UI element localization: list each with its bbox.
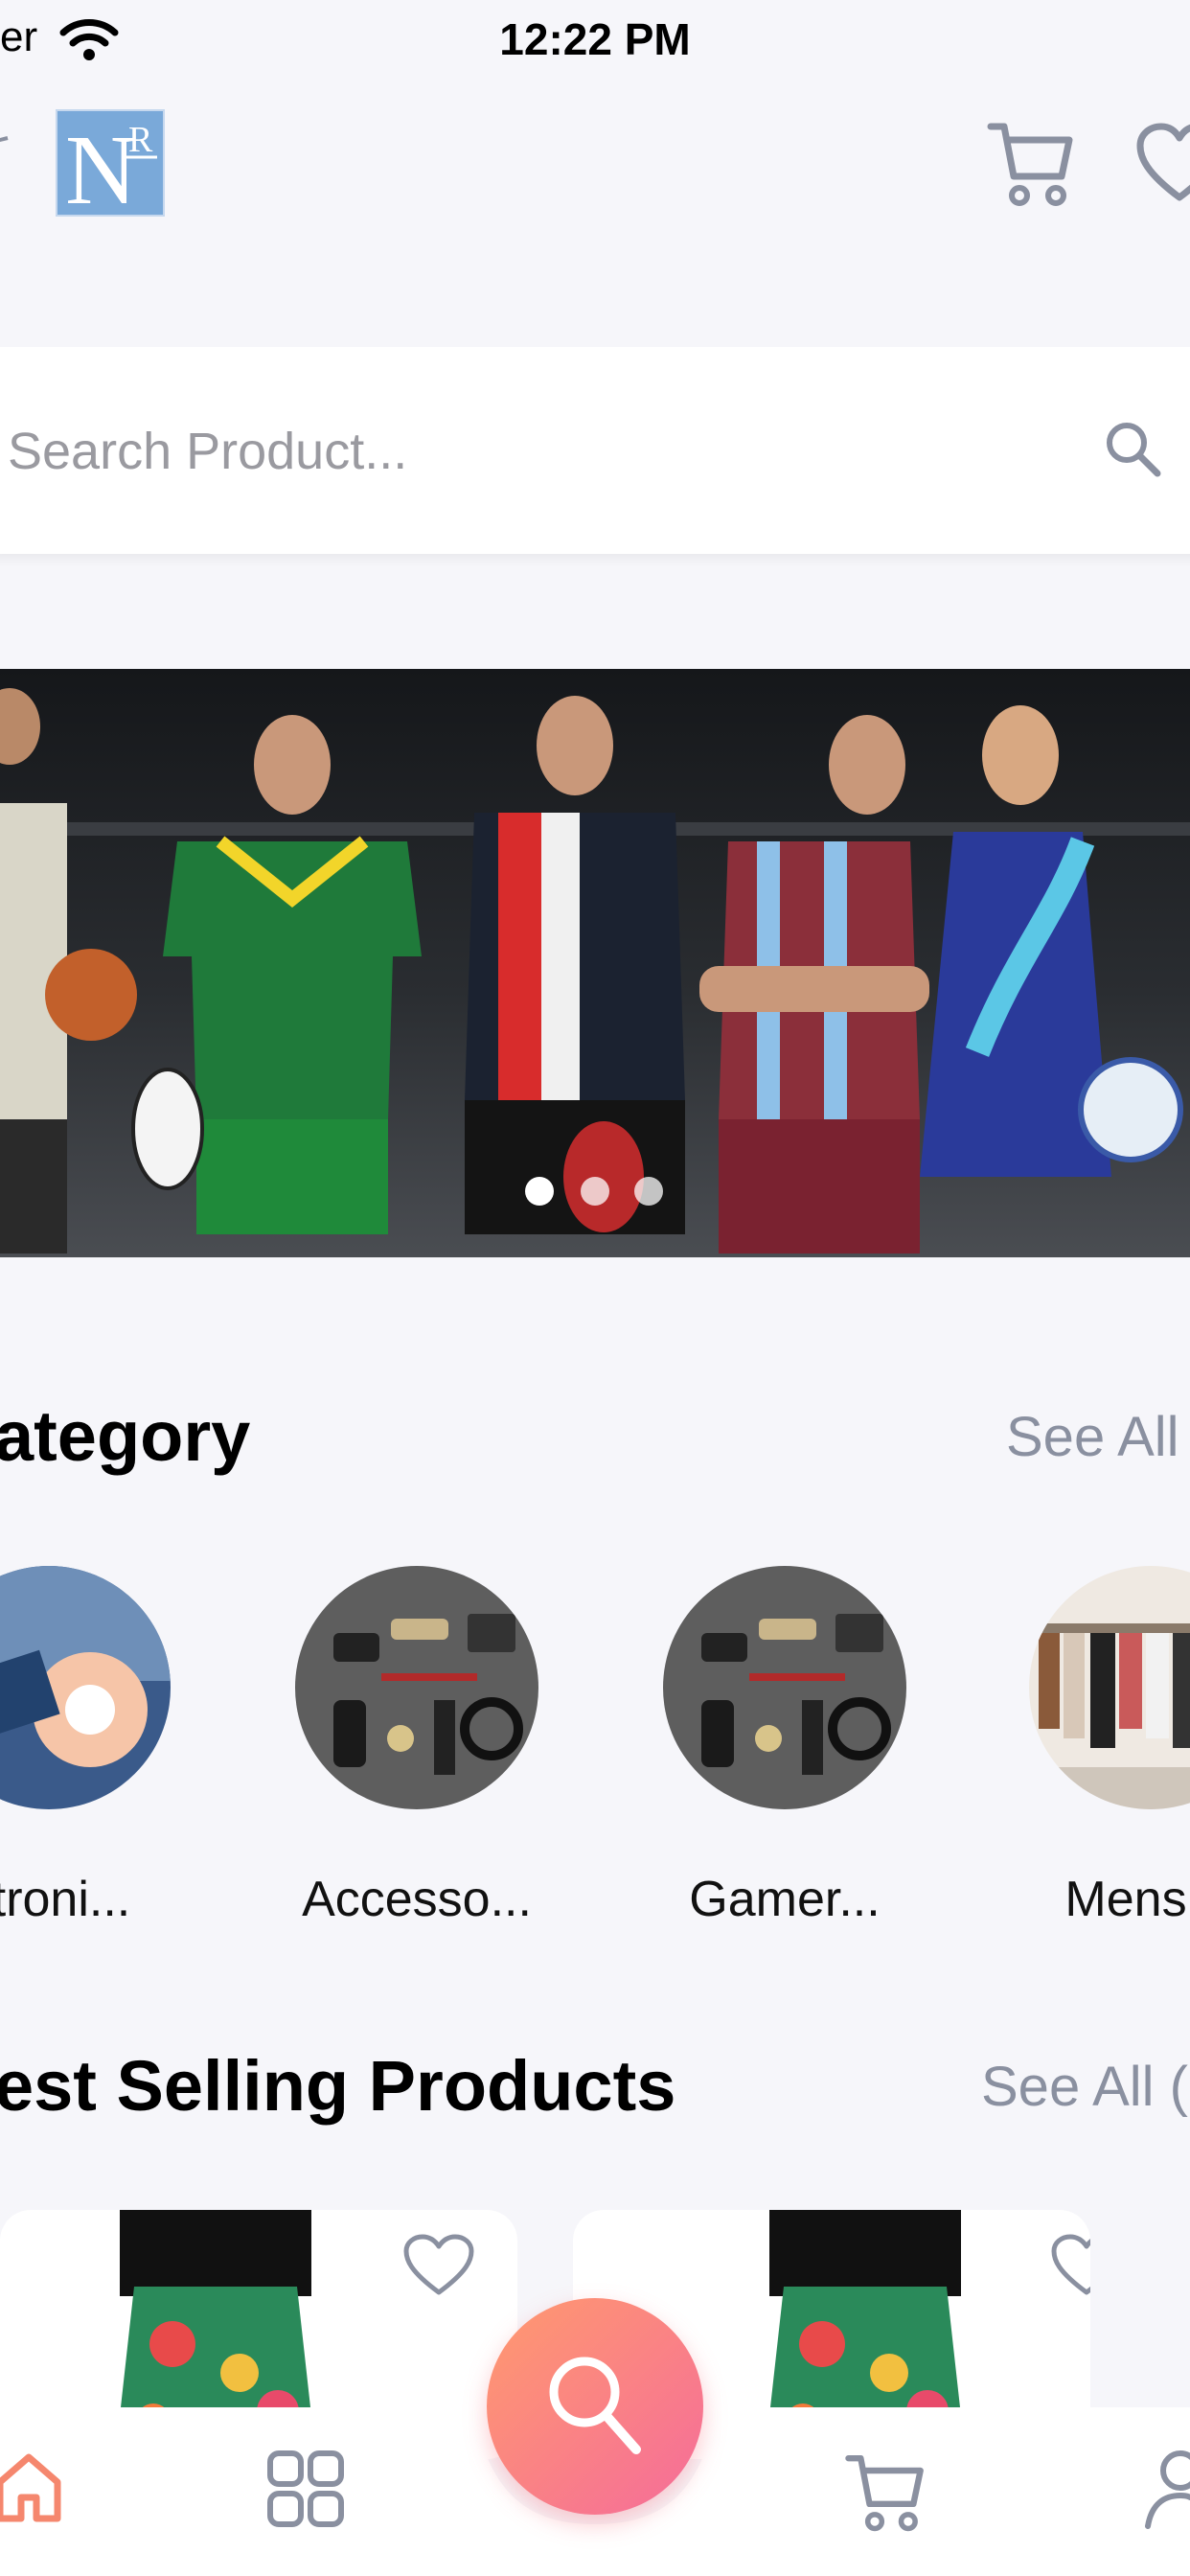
wishlist-icon[interactable] <box>1136 123 1190 203</box>
category-label: Gamer... <box>689 1872 881 1927</box>
category-image <box>1029 1566 1190 1809</box>
category-label: Mens C <box>1064 1872 1190 1927</box>
favorite-icon[interactable] <box>402 2233 475 2298</box>
app-logo[interactable]: N R <box>56 109 165 225</box>
best-selling-see-all[interactable]: See All ( <box>981 2055 1188 2119</box>
category-label: Accesso... <box>302 1872 532 1927</box>
category-item[interactable]: Gamer... <box>663 1566 906 1927</box>
cart-icon[interactable] <box>987 117 1075 209</box>
category-image <box>0 1566 171 1809</box>
search-icon <box>549 2357 641 2454</box>
category-see-all[interactable]: See All <box>1006 1405 1179 1469</box>
category-item[interactable]: ctroni... <box>0 1566 171 1927</box>
favorite-icon[interactable] <box>1050 2233 1090 2298</box>
grid-icon[interactable] <box>266 2450 345 2528</box>
search-input[interactable] <box>8 408 966 494</box>
category-label: ctroni... <box>0 1872 131 1927</box>
banner-image <box>0 669 1190 1257</box>
carousel-dot-3[interactable] <box>634 1177 663 1206</box>
search-icon[interactable] <box>1102 418 1163 479</box>
profile-icon[interactable] <box>1144 2450 1190 2530</box>
search-bar <box>0 347 1190 554</box>
status-bar: er 12:22 PM <box>0 0 1190 82</box>
best-selling-title: est Selling Products <box>0 2046 676 2126</box>
app-screen: er 12:22 PM N R Search Product... ategor… <box>0 0 1190 2576</box>
category-image <box>663 1566 906 1809</box>
svg-text:N: N <box>65 115 137 215</box>
cart-icon[interactable] <box>843 2450 927 2534</box>
category-item[interactable]: Mens C <box>1029 1566 1190 1927</box>
home-icon[interactable] <box>0 2450 63 2524</box>
category-item[interactable]: Accesso... <box>295 1566 538 1927</box>
carousel-dot-1[interactable] <box>525 1177 554 1206</box>
status-time: 12:22 PM <box>499 14 691 64</box>
logo-mark: N R <box>65 115 157 225</box>
svg-text:R: R <box>128 120 153 160</box>
category-title: ategory <box>0 1396 251 1476</box>
promo-banner[interactable] <box>0 669 1190 1257</box>
search-fab-button[interactable] <box>487 2298 703 2515</box>
category-image <box>295 1566 538 1809</box>
carousel-dot-2[interactable] <box>581 1177 609 1206</box>
menu-icon[interactable] <box>0 134 15 157</box>
